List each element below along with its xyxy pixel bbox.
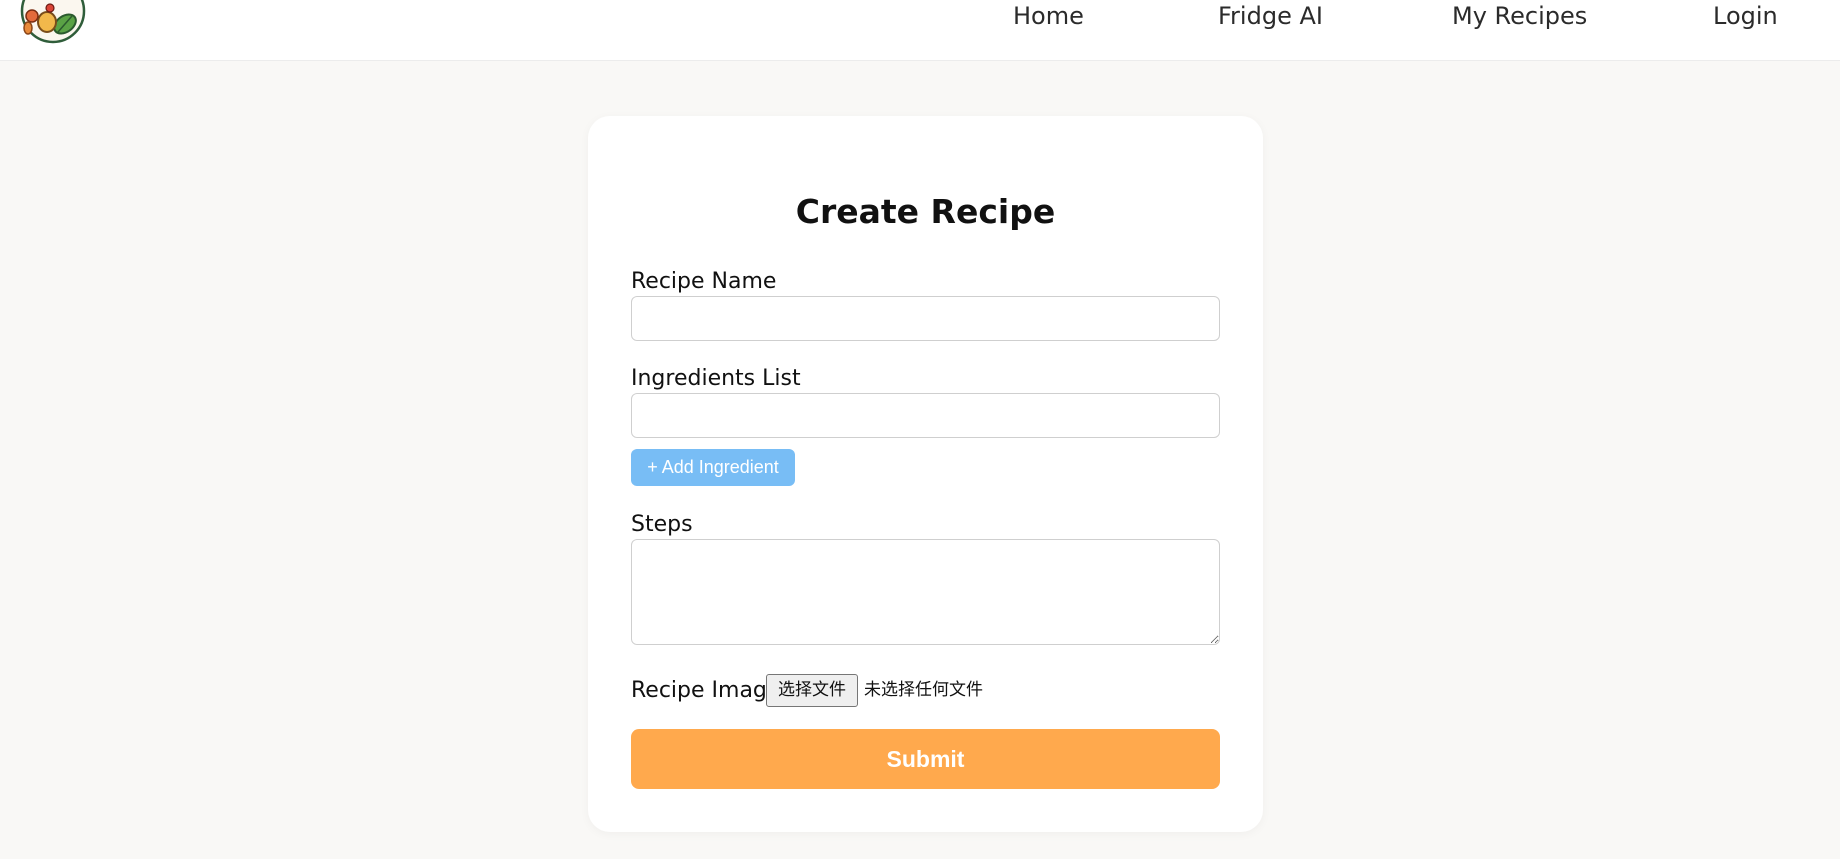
logo-icon[interactable] [20,0,86,44]
submit-button[interactable]: Submit [631,729,1220,789]
steps-textarea[interactable] [631,539,1220,645]
ingredient-input[interactable] [631,393,1220,438]
nav-home-link[interactable]: Home [1013,0,1084,32]
site-header: Home Fridge AI My Recipes Login [0,0,1840,61]
nav-my-recipes-link[interactable]: My Recipes [1452,0,1587,32]
page-title: Create Recipe [795,192,1056,231]
recipe-image-label: Recipe Image [631,678,781,703]
choose-file-button[interactable]: 选择文件 [766,674,858,707]
steps-label: Steps [631,512,693,537]
nav-fridge-ai-link[interactable]: Fridge AI [1218,0,1323,32]
recipe-name-label: Recipe Name [631,269,777,294]
nav-login-link[interactable]: Login [1713,0,1778,32]
add-ingredient-button[interactable]: + Add Ingredient [631,449,795,486]
file-status-text: 未选择任何文件 [864,680,983,700]
recipe-name-input[interactable] [631,296,1220,341]
ingredients-list-label: Ingredients List [631,366,801,391]
